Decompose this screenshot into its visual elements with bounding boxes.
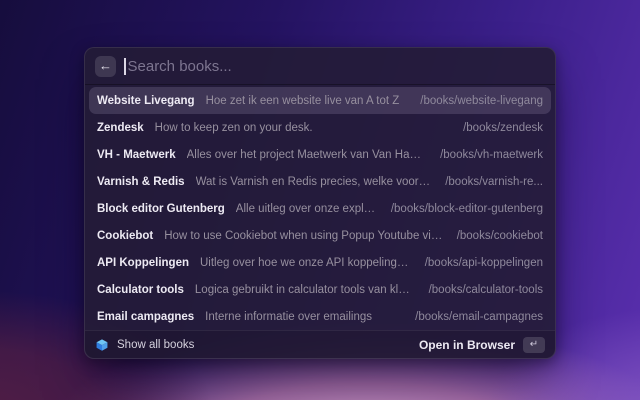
book-title: Block editor Gutenberg	[97, 203, 225, 215]
book-description: Interne informatie over emailings	[205, 311, 372, 323]
book-path: /books/website-livegang	[406, 95, 543, 107]
book-row-block-editor-gutenberg[interactable]: Block editor Gutenberg Alle uitleg over …	[89, 195, 551, 222]
book-description: Wat is Varnish en Redis precies, welke v…	[196, 176, 432, 188]
book-path: /books/block-editor-gutenberg	[377, 203, 543, 215]
book-title: VH - Maetwerk	[97, 149, 176, 161]
book-title: Cookiebot	[97, 230, 153, 242]
book-path: /books/zendesk	[449, 122, 543, 134]
book-row-api-koppelingen[interactable]: API Koppelingen Uitleg over hoe we onze …	[89, 249, 551, 276]
books-cube-logo-icon	[95, 338, 109, 352]
book-results-list: Website Livegang Hoe zet ik een website …	[85, 85, 555, 330]
arrow-left-icon: ←	[99, 56, 112, 76]
book-description: How to keep zen on your desk.	[155, 122, 313, 134]
search-bar: ←	[85, 48, 555, 85]
book-title: Website Livegang	[97, 95, 195, 107]
open-in-browser-label: Open in Browser	[419, 338, 515, 352]
enter-key-badge: ↵	[523, 337, 545, 353]
search-palette-window: ← Website Livegang Hoe zet ik een websit…	[84, 47, 556, 359]
book-path: /books/email-campagnes	[401, 311, 543, 323]
book-path: /books/calculator-tools	[415, 284, 543, 296]
book-row-varnish-redis[interactable]: Varnish & Redis Wat is Varnish en Redis …	[89, 168, 551, 195]
book-path: /books/cookiebot	[443, 230, 543, 242]
book-row-website-livegang[interactable]: Website Livegang Hoe zet ik een website …	[89, 87, 551, 114]
book-path: /books/vh-maetwerk	[426, 149, 543, 161]
book-title: Calculator tools	[97, 284, 184, 296]
book-title: Email campagnes	[97, 311, 194, 323]
show-all-books-button[interactable]: Show all books	[95, 338, 194, 352]
book-row-cookiebot[interactable]: Cookiebot How to use Cookiebot when usin…	[89, 222, 551, 249]
back-button[interactable]: ←	[95, 56, 116, 77]
search-input[interactable]	[128, 58, 546, 75]
book-path: /books/varnish-re...	[431, 176, 543, 188]
book-title: Varnish & Redis	[97, 176, 185, 188]
book-description: Logica gebruikt in calculator tools van …	[195, 284, 415, 296]
text-caret	[124, 58, 126, 75]
show-all-books-label: Show all books	[117, 339, 194, 351]
book-row-zendesk[interactable]: Zendesk How to keep zen on your desk. /b…	[89, 114, 551, 141]
book-title: API Koppelingen	[97, 257, 189, 269]
book-description: Alle uitleg over onze expliciet-gutenber…	[236, 203, 377, 215]
open-in-browser-button[interactable]: Open in Browser ↵	[419, 337, 545, 353]
book-description: Uitleg over hoe we onze API koppelingen …	[200, 257, 411, 269]
book-title: Zendesk	[97, 122, 144, 134]
book-row-calculator-tools[interactable]: Calculator tools Logica gebruikt in calc…	[89, 276, 551, 303]
book-row-vh-maetwerk[interactable]: VH - Maetwerk Alles over het project Mae…	[89, 141, 551, 168]
book-description: Hoe zet ik een website live van A tot Z	[206, 95, 400, 107]
book-row-email-campagnes[interactable]: Email campagnes Interne informatie over …	[89, 303, 551, 330]
book-description: How to use Cookiebot when using Popup Yo…	[164, 230, 442, 242]
book-description: Alles over het project Maetwerk van Van …	[187, 149, 426, 161]
book-path: /books/api-koppelingen	[411, 257, 543, 269]
footer-bar: Show all books Open in Browser ↵	[85, 330, 555, 358]
